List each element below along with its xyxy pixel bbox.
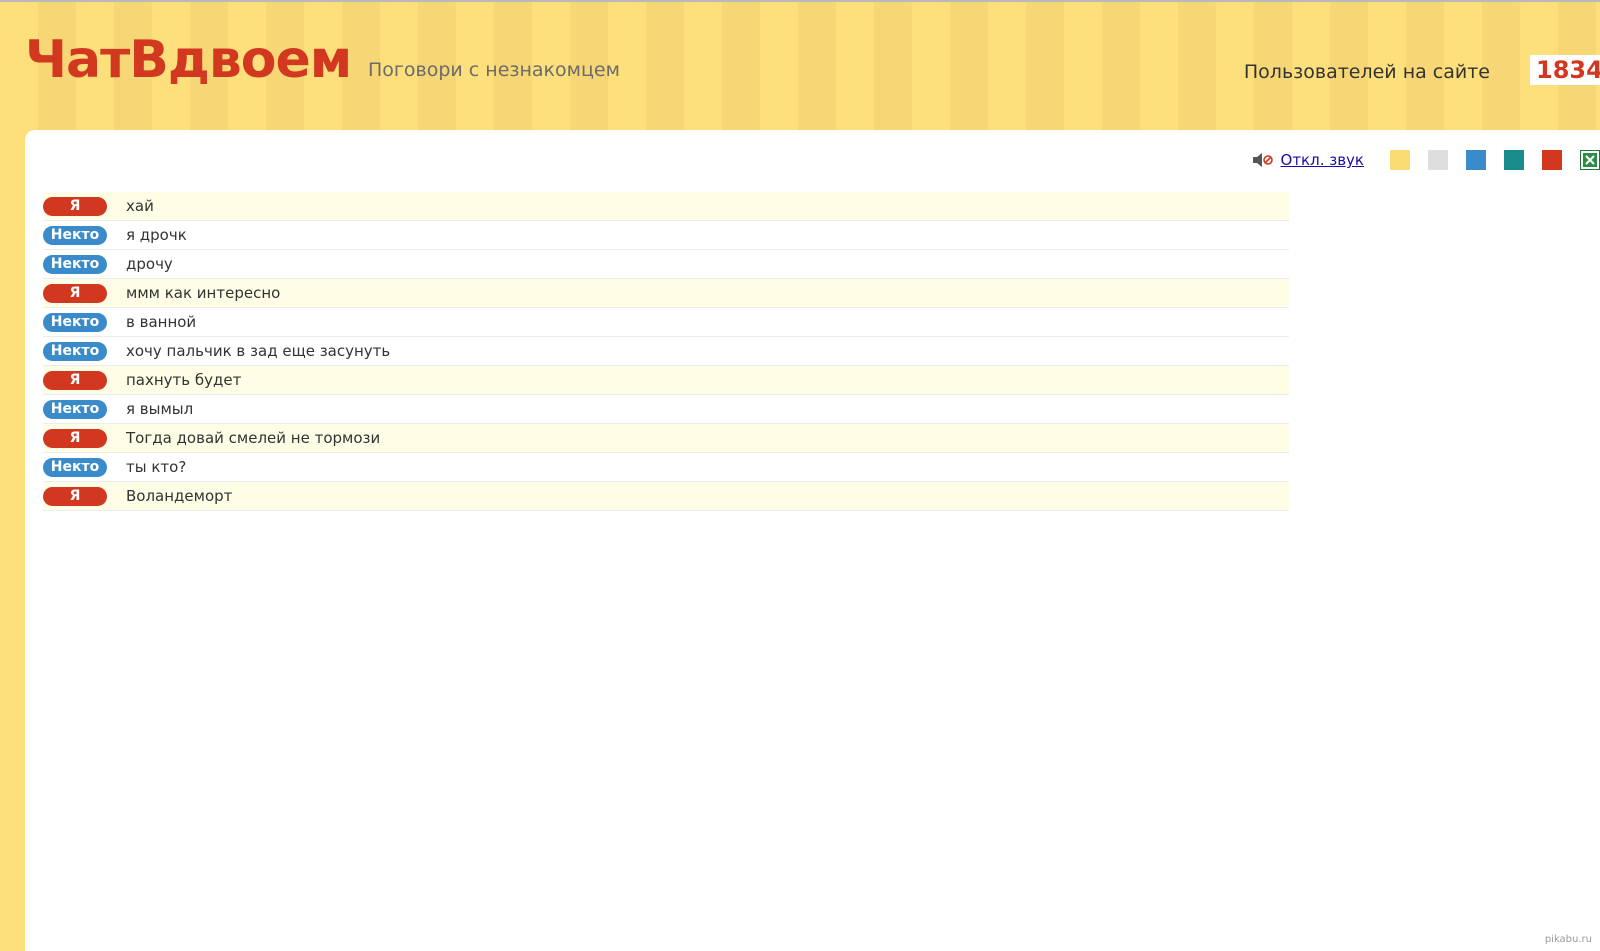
message-text: Воландеморт <box>126 487 233 505</box>
message-text: я дрочк <box>126 226 187 244</box>
message-text: я вымыл <box>126 400 194 418</box>
author-badge-me: Я <box>43 486 107 506</box>
author-badge-me: Я <box>43 370 107 390</box>
chat-panel: Откл. звук Яхай Некто я дрочк Некто дрочу Ямм… <box>25 130 1600 951</box>
author-badge-me: Я <box>43 283 107 303</box>
site-tagline: Поговори с незнакомцем <box>368 59 620 81</box>
excel-icon[interactable] <box>1580 150 1600 170</box>
message-text: ммм как интересно <box>126 284 281 302</box>
chat-message: Некто в ванной <box>43 308 1289 337</box>
author-badge-me: Я <box>43 196 107 216</box>
message-text: хай <box>126 197 154 215</box>
message-list: Яхай Некто я дрочк Некто дрочу Яммм как интер… <box>43 192 1289 511</box>
author-badge-stranger: Некто <box>43 399 107 419</box>
author-badge-stranger: Некто <box>43 254 107 274</box>
chat-message: Некто ты кто? <box>43 453 1289 482</box>
author-badge-stranger: Некто <box>43 225 107 245</box>
chat-message: Яхай <box>43 192 1289 221</box>
chat-message: Некто я дрочк <box>43 221 1289 250</box>
users-online-label: Пользователей на сайте <box>1243 61 1490 83</box>
top-border <box>0 0 1600 2</box>
theme-swatch-yellow[interactable] <box>1390 150 1410 170</box>
users-online-count: 1834 <box>1530 55 1600 85</box>
chat-message: Я Воландеморт <box>43 482 1289 511</box>
author-badge-stranger: Некто <box>43 312 107 332</box>
chat-message: Яммм как интересно <box>43 279 1289 308</box>
chat-message: Некто я вымыл <box>43 395 1289 424</box>
mute-sound-link[interactable]: Откл. звук <box>1281 151 1364 169</box>
speaker-muted-icon[interactable] <box>1252 152 1274 168</box>
chat-message: Некто хочу пальчик в зад еще засунуть <box>43 337 1289 366</box>
chat-toolbar: Откл. звук <box>1252 150 1600 170</box>
message-text: ты кто? <box>126 458 187 476</box>
author-badge-me: Я <box>43 428 107 448</box>
theme-swatch-gray[interactable] <box>1428 150 1448 170</box>
message-text: Тогда довай смелей не тормози <box>126 429 381 447</box>
chat-message: Я Тогда довай смелей не тормози <box>43 424 1289 453</box>
theme-swatch-blue[interactable] <box>1466 150 1486 170</box>
message-text: дрочу <box>126 255 173 273</box>
message-text: хочу пальчик в зад еще засунуть <box>126 342 391 360</box>
author-badge-stranger: Некто <box>43 457 107 477</box>
message-text: пахнуть будет <box>126 371 242 389</box>
chat-message: Некто дрочу <box>43 250 1289 279</box>
author-badge-stranger: Некто <box>43 341 107 361</box>
site-logo[interactable]: ЧатВдвоем <box>25 34 352 86</box>
theme-swatch-teal[interactable] <box>1504 150 1524 170</box>
chat-message: Япахнуть будет <box>43 366 1289 395</box>
watermark: pikabu.ru <box>1544 934 1592 945</box>
message-text: в ванной <box>126 313 197 331</box>
theme-swatch-red[interactable] <box>1542 150 1562 170</box>
